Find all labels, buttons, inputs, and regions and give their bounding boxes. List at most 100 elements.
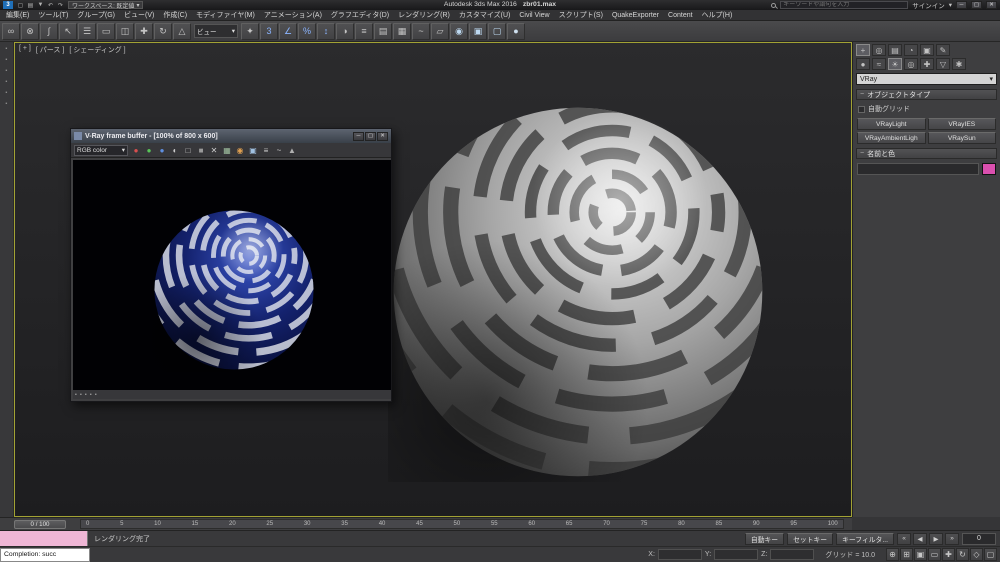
search-input[interactable] <box>780 1 908 9</box>
align-icon[interactable]: ≡ <box>355 23 373 40</box>
workspace-selector[interactable]: ワークスペース: 既定値 ▾ <box>68 1 143 9</box>
red-channel-icon[interactable]: ● <box>130 144 142 156</box>
select-and-rotate-icon[interactable]: ↻ <box>154 23 172 40</box>
viewport-view-menu[interactable]: [ パース ] <box>36 45 64 55</box>
region-render-icon[interactable]: ▦ <box>221 144 233 156</box>
alpha-channel-icon[interactable]: □ <box>182 144 194 156</box>
autogrid-checkbox[interactable] <box>858 106 865 113</box>
open-file-icon[interactable]: ▤ <box>26 1 35 9</box>
maximize-button[interactable]: ▢ <box>971 1 982 9</box>
vraysun-button[interactable]: VRaySun <box>928 132 997 144</box>
dock-handle-icon[interactable]: ▪ <box>6 46 8 52</box>
time-slider-handle[interactable]: 0 / 100 <box>14 520 66 529</box>
cat-helpers-icon[interactable]: ✚ <box>920 58 934 70</box>
fov-icon[interactable]: ◇ <box>970 548 983 561</box>
cat-geometry-icon[interactable]: ● <box>856 58 870 70</box>
mirror-icon[interactable]: ◑ <box>336 23 354 40</box>
object-name-input[interactable] <box>857 163 979 175</box>
object-type-rollout-header[interactable]: − オブジェクトタイプ <box>856 89 997 100</box>
vfb-title-bar[interactable]: V-Ray frame buffer - [100% of 800 x 600]… <box>71 129 391 143</box>
tab-utilities-icon[interactable]: ✎ <box>936 44 950 56</box>
menu-item[interactable]: Content <box>668 12 693 19</box>
render-history-icon[interactable]: ▲ <box>286 144 298 156</box>
name-and-color-rollout-header[interactable]: − 名前と色 <box>856 148 997 159</box>
select-object-icon[interactable]: ↖ <box>59 23 77 40</box>
tab-hierarchy-icon[interactable]: ▤ <box>888 44 902 56</box>
new-scene-icon[interactable]: ▢ <box>16 1 25 9</box>
signin-button[interactable]: サインイン <box>912 0 945 10</box>
cat-spacewarps-icon[interactable]: ▽ <box>936 58 950 70</box>
window-crossing-icon[interactable]: ◫ <box>116 23 134 40</box>
cat-cameras-icon[interactable]: ◎ <box>904 58 918 70</box>
mono-channel-icon[interactable]: ◐ <box>169 144 181 156</box>
render-production-icon[interactable]: ● <box>507 23 525 40</box>
cat-shapes-icon[interactable]: ≈ <box>872 58 886 70</box>
application-menu-button[interactable]: 3 <box>3 1 13 9</box>
maxscript-mini-listener[interactable] <box>0 531 88 547</box>
compare-images-icon[interactable]: ≡ <box>260 144 272 156</box>
selection-region-icon[interactable]: ▭ <box>97 23 115 40</box>
vfb-status-icon[interactable]: ▪ <box>80 392 82 398</box>
tab-motion-icon[interactable]: ◔ <box>904 44 918 56</box>
tab-modify-icon[interactable]: ◎ <box>872 44 886 56</box>
save-image-icon[interactable]: ■ <box>195 144 207 156</box>
vfb-channel-dropdown[interactable]: RGB color ▾ <box>74 145 128 156</box>
menu-item[interactable]: QuakeExporter <box>612 12 659 19</box>
menu-item[interactable]: ビュー(V) <box>124 10 154 20</box>
menu-item[interactable]: レンダリング(R) <box>398 10 450 20</box>
go-to-start-icon[interactable]: « <box>897 533 911 545</box>
zoom-all-icon[interactable]: ⊞ <box>900 548 913 561</box>
chevron-down-icon[interactable]: ▾ <box>949 1 952 9</box>
menu-item[interactable]: カスタマイズ(U) <box>459 10 511 20</box>
menu-item[interactable]: 作成(C) <box>163 10 187 20</box>
minimize-button[interactable]: ─ <box>956 1 967 9</box>
reference-coordinate-dropdown[interactable]: ビュー ▾ <box>194 24 238 38</box>
zoom-icon[interactable]: ⊕ <box>886 548 899 561</box>
snaps-toggle-icon[interactable]: 3 <box>260 23 278 40</box>
track-mouse-icon[interactable]: ◉ <box>234 144 246 156</box>
cat-lights-icon[interactable]: ☀ <box>888 58 902 70</box>
viewport-shading-menu[interactable]: [ シェーディング ] <box>69 45 125 55</box>
orbit-icon[interactable]: ↻ <box>956 548 969 561</box>
dock-handle-icon[interactable]: ▪ <box>6 90 8 96</box>
coord-z-input[interactable] <box>770 549 814 560</box>
dock-handle-icon[interactable]: ▪ <box>6 79 8 85</box>
render-setup-icon[interactable]: ▣ <box>469 23 487 40</box>
ribbon-toggle-icon[interactable]: ▦ <box>393 23 411 40</box>
key-filters-button[interactable]: キーフィルタ... <box>836 533 894 545</box>
menu-item[interactable]: グループ(G) <box>77 10 115 20</box>
maximize-viewport-icon[interactable]: ▢ <box>984 548 997 561</box>
select-by-name-icon[interactable]: ☰ <box>78 23 96 40</box>
color-corrections-icon[interactable]: ~ <box>273 144 285 156</box>
cat-systems-icon[interactable]: ✱ <box>952 58 966 70</box>
select-and-scale-icon[interactable]: △ <box>173 23 191 40</box>
vfb-status-icon[interactable]: ▪ <box>75 392 77 398</box>
zoom-region-icon[interactable]: ▭ <box>928 548 941 561</box>
select-and-link-icon[interactable]: ∞ <box>2 23 20 40</box>
go-to-end-icon[interactable]: » <box>945 533 959 545</box>
undo-icon[interactable]: ↶ <box>46 1 55 9</box>
close-button[interactable]: ✕ <box>377 132 388 141</box>
current-frame-field[interactable] <box>962 533 996 545</box>
play-icon[interactable]: ▶ <box>929 533 943 545</box>
menu-item[interactable]: ヘルプ(H) <box>702 10 733 20</box>
redo-icon[interactable]: ↷ <box>56 1 65 9</box>
track-bar-ruler[interactable]: 0510152025303540455055606570758085909510… <box>80 519 844 529</box>
tab-display-icon[interactable]: ▣ <box>920 44 934 56</box>
vfb-status-icon[interactable]: ▪ <box>85 392 87 398</box>
maximize-button[interactable]: ▢ <box>365 132 376 141</box>
close-button[interactable]: ✕ <box>986 1 997 9</box>
angle-snap-icon[interactable]: ∠ <box>279 23 297 40</box>
coord-y-input[interactable] <box>714 549 758 560</box>
layer-manager-icon[interactable]: ▤ <box>374 23 392 40</box>
autokey-button[interactable]: 自動キー <box>745 533 784 545</box>
object-color-swatch[interactable] <box>982 163 996 175</box>
green-channel-icon[interactable]: ● <box>143 144 155 156</box>
material-editor-icon[interactable]: ◉ <box>450 23 468 40</box>
coord-x-input[interactable] <box>658 549 702 560</box>
menu-item[interactable]: グラフエディタ(D) <box>331 10 389 20</box>
percent-snap-icon[interactable]: % <box>298 23 316 40</box>
vray-frame-buffer-window[interactable]: V-Ray frame buffer - [100% of 800 x 600]… <box>70 128 392 402</box>
object-category-dropdown[interactable]: VRay ▾ <box>856 73 997 85</box>
spinner-snap-icon[interactable]: ↕ <box>317 23 335 40</box>
